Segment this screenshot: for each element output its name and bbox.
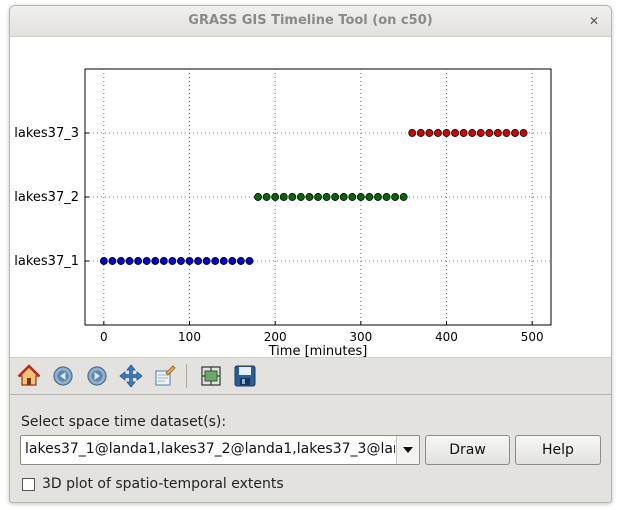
data-point-lakes37_1	[211, 257, 220, 265]
x-tick-label: 500	[521, 330, 544, 344]
forward-icon[interactable]	[84, 363, 110, 389]
data-point-lakes37_2	[331, 193, 340, 201]
data-point-lakes37_1	[108, 257, 117, 265]
data-point-lakes37_2	[262, 193, 271, 201]
x-tick-label: 300	[349, 330, 372, 344]
pan-icon[interactable]	[118, 363, 144, 389]
data-point-lakes37_1	[159, 257, 168, 265]
timeline-window: GRASS GIS Timeline Tool (on c50) ✕ 0 100 2…	[9, 5, 612, 503]
data-point-lakes37_2	[348, 193, 357, 201]
data-point-lakes37_2	[356, 193, 365, 201]
data-point-lakes37_3	[442, 129, 451, 137]
title-bar[interactable]: GRASS GIS Timeline Tool (on c50) ✕	[10, 6, 611, 37]
home-icon[interactable]	[16, 363, 42, 389]
data-point-lakes37_3	[511, 129, 519, 137]
data-point-lakes37_1	[219, 257, 228, 265]
back-icon[interactable]	[50, 363, 76, 389]
data-point-lakes37_2	[365, 193, 374, 201]
data-point-lakes37_1	[245, 257, 254, 265]
data-point-lakes37_2	[339, 193, 348, 201]
data-point-lakes37_1	[125, 257, 134, 265]
data-point-lakes37_1	[228, 257, 237, 265]
dataset-combobox[interactable]: lakes37_1@landa1,lakes37_2@landa1,lakes3…	[20, 435, 420, 465]
help-button[interactable]: Help	[515, 435, 601, 465]
data-point-lakes37_2	[254, 193, 262, 201]
data-point-lakes37_1	[236, 257, 245, 265]
y-tick-label: lakes37_2	[14, 190, 79, 205]
data-point-lakes37_1	[134, 257, 143, 265]
x-tick-label: 0	[100, 330, 108, 344]
y-tick-label: lakes37_3	[14, 126, 79, 141]
data-point-lakes37_3	[425, 129, 434, 137]
zoom-icon[interactable]	[152, 363, 178, 389]
data-point-lakes37_2	[391, 193, 400, 201]
data-point-lakes37_3	[485, 129, 494, 137]
data-point-lakes37_3	[459, 129, 468, 137]
save-icon[interactable]	[232, 363, 258, 389]
data-point-lakes37_1	[185, 257, 194, 265]
plot-toolbar	[10, 357, 611, 395]
close-icon[interactable]: ✕	[585, 12, 603, 30]
data-point-lakes37_2	[288, 193, 297, 201]
data-point-lakes37_2	[305, 193, 314, 201]
plot-3d-option[interactable]: 3D plot of spatio-temporal extents	[22, 476, 284, 492]
data-point-lakes37_1	[117, 257, 125, 265]
subplots-icon[interactable]	[198, 363, 224, 389]
select-dataset-label: Select space time dataset(s):	[21, 414, 227, 430]
data-point-lakes37_1	[202, 257, 211, 265]
data-point-lakes37_2	[296, 193, 305, 201]
data-point-lakes37_3	[416, 129, 425, 137]
data-point-lakes37_3	[519, 129, 528, 137]
dropdown-arrow-icon[interactable]	[396, 436, 419, 464]
x-tick-label: 100	[178, 330, 201, 344]
data-point-lakes37_1	[151, 257, 160, 265]
window-title: GRASS GIS Timeline Tool (on c50)	[188, 13, 433, 28]
data-point-lakes37_3	[476, 129, 485, 137]
plot-3d-label: 3D plot of spatio-temporal extents	[42, 476, 284, 492]
data-point-lakes37_2	[314, 193, 322, 201]
data-point-lakes37_3	[408, 129, 417, 137]
y-tick-label: lakes37_1	[14, 254, 79, 269]
data-point-lakes37_2	[382, 193, 391, 201]
data-point-lakes37_1	[168, 257, 177, 265]
data-point-lakes37_2	[271, 193, 280, 201]
data-point-lakes37_3	[493, 129, 502, 137]
controls-panel: Select space time dataset(s): lakes37_1@…	[10, 394, 611, 502]
timeline-chart: 0 100 200 300 400 500 lakes37_1 lakes37_2 lakes…	[14, 68, 552, 359]
plot-area: 0 100 200 300 400 500 lakes37_1 lakes37_2 lakes…	[10, 37, 611, 359]
data-point-lakes37_2	[399, 193, 408, 201]
x-tick-label: 400	[435, 330, 458, 344]
data-point-lakes37_1	[176, 257, 185, 265]
draw-button[interactable]: Draw	[425, 435, 510, 465]
data-point-lakes37_2	[279, 193, 288, 201]
data-point-lakes37_3	[502, 129, 511, 137]
data-point-lakes37_1	[99, 257, 108, 265]
data-point-lakes37_1	[142, 257, 151, 265]
x-tick-label: 200	[264, 330, 287, 344]
data-point-lakes37_3	[433, 129, 442, 137]
plot-3d-checkbox[interactable]	[22, 477, 35, 491]
data-point-lakes37_2	[374, 193, 382, 201]
dataset-input[interactable]: lakes37_1@landa1,lakes37_2@landa1,lakes3…	[25, 441, 395, 457]
data-point-lakes37_3	[468, 129, 477, 137]
toolbar-separator	[186, 364, 187, 388]
data-point-lakes37_2	[322, 193, 331, 201]
data-point-lakes37_1	[194, 257, 203, 265]
data-point-lakes37_3	[451, 129, 460, 137]
x-axis-label: Time [minutes]	[268, 344, 368, 357]
